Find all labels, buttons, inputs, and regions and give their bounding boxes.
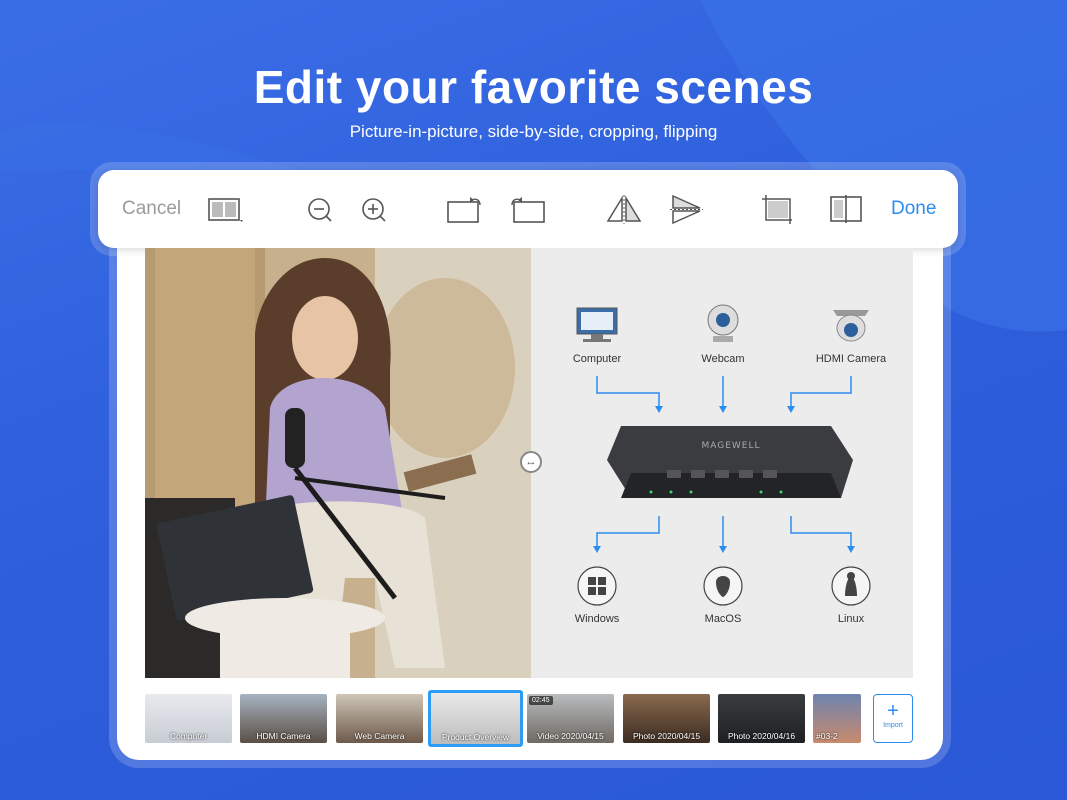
scene-thumb-product-overview[interactable]: Product Overview: [428, 690, 523, 747]
product-diagram: MAGEWELL Computer Webcam HDMI Camera Win…: [531, 248, 913, 678]
scene-thumb-photo-0416[interactable]: Photo 2020/04/16: [718, 694, 805, 743]
output-label-macos: MacOS: [704, 613, 742, 625]
scene-thumb-03[interactable]: #03-2: [813, 694, 861, 743]
scene-thumb-label: Video 2020/04/15: [537, 731, 604, 741]
scene-thumb-label: Computer: [169, 731, 208, 741]
split-resize-handle[interactable]: ↔: [520, 451, 542, 473]
scene-thumb-label: Photo 2020/04/15: [632, 731, 701, 741]
split-view-icon[interactable]: [826, 192, 866, 226]
scene-thumb-label: #03-2: [816, 731, 838, 741]
input-label-hdmi-camera: HDMI Camera: [815, 353, 887, 365]
output-label-linux: Linux: [837, 613, 865, 625]
zoom-out-icon[interactable]: [300, 192, 340, 226]
import-label: Import: [883, 722, 903, 729]
zoom-in-icon[interactable]: [354, 192, 394, 226]
done-button[interactable]: Done: [891, 198, 936, 220]
scene-thumb-label: Photo 2020/04/16: [727, 731, 796, 741]
scene-thumb-hdmi-camera[interactable]: HDMI Camera: [240, 694, 327, 743]
scene-thumb-photo-0415[interactable]: Photo 2020/04/15: [623, 694, 710, 743]
output-label-windows: Windows: [574, 613, 620, 625]
rotate-left-icon[interactable]: [444, 192, 484, 226]
scene-thumb-video[interactable]: 02:45 Video 2020/04/15: [527, 694, 614, 743]
scene-thumb-web-camera[interactable]: Web Camera: [336, 694, 423, 743]
scene-thumb-label: HDMI Camera: [256, 731, 311, 741]
page-subtitle: Picture-in-picture, side-by-side, croppi…: [349, 122, 718, 141]
crop-icon[interactable]: [758, 192, 798, 226]
plus-icon: +: [887, 700, 899, 722]
page-title: Edit your favorite scenes: [253, 61, 814, 113]
rotate-right-icon[interactable]: [508, 192, 548, 226]
import-button[interactable]: + Import: [873, 694, 913, 743]
scene-canvas[interactable]: MAGEWELL Computer Webcam HDMI Camera Win…: [145, 248, 913, 678]
flip-vertical-icon[interactable]: [666, 192, 706, 226]
input-label-computer: Computer: [572, 353, 622, 365]
video-duration: 02:45: [529, 696, 553, 705]
input-label-webcam: Webcam: [701, 353, 745, 365]
scene-strip: Computer HDMI Camera Web Camera Product …: [145, 690, 915, 747]
cancel-button[interactable]: Cancel: [122, 198, 181, 220]
layout-icon[interactable]: [204, 192, 244, 226]
edit-toolbar: Cancel Done: [98, 170, 958, 248]
flip-horizontal-icon[interactable]: [604, 192, 644, 226]
device-brand: MAGEWELL: [701, 441, 760, 451]
scene-thumb-label: Product Overview: [441, 732, 510, 742]
camera-photo: [145, 248, 531, 678]
scene-thumb-label: Web Camera: [354, 731, 405, 741]
scene-thumb-computer[interactable]: Computer: [145, 694, 232, 743]
